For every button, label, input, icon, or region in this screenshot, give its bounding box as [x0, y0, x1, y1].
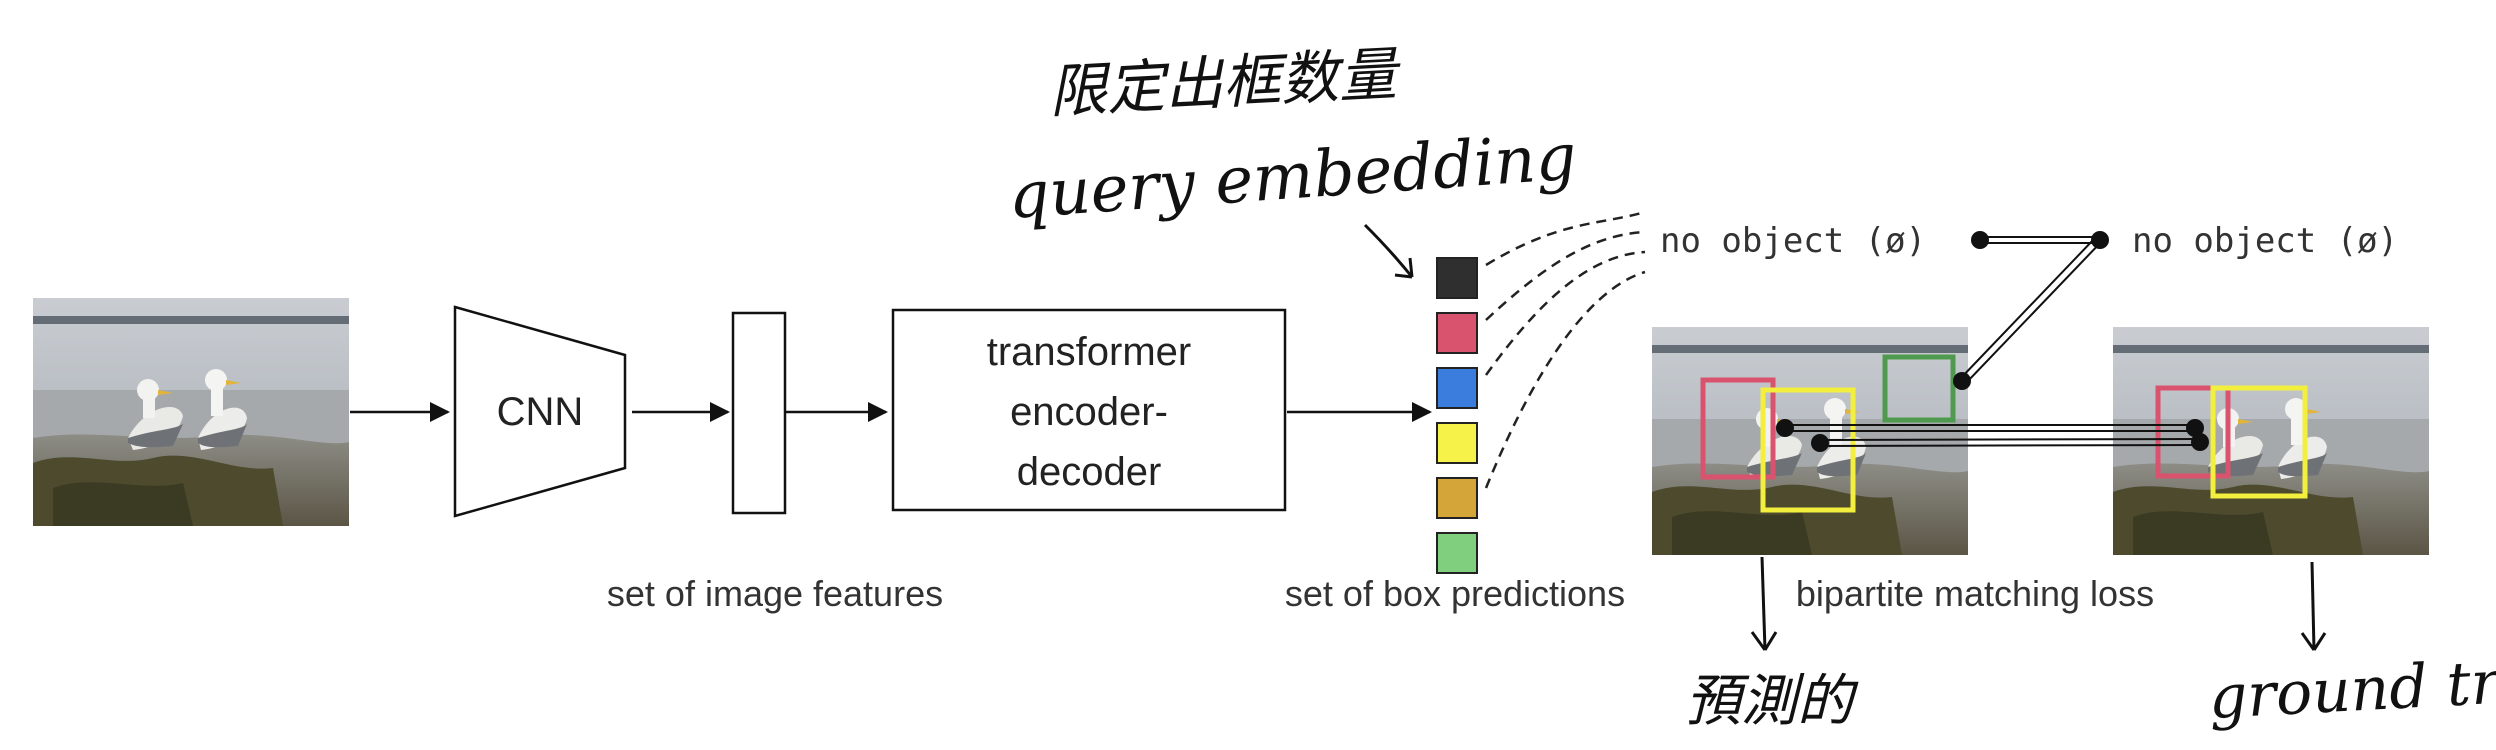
dashed-connectors	[1484, 210, 1646, 489]
annotation-pred-chinese: 預測的	[1685, 669, 1859, 734]
annotation-arrow-gt	[2300, 561, 2327, 651]
detr-pipeline-diagram: CNN transformer encoder- decoder no obje…	[33, 40, 2496, 734]
prediction-slot-3	[1436, 367, 1478, 409]
cnn-block: CNN	[453, 305, 627, 518]
prediction-slots	[1436, 257, 1478, 574]
transformer-label-line3: decoder	[1017, 450, 1162, 494]
annotation-arrow-query	[1363, 223, 1414, 279]
image-features-block	[731, 311, 787, 515]
cnn-label: CNN	[497, 390, 584, 434]
input-image	[33, 298, 349, 526]
annotation-ground-truth: ground truth	[2207, 643, 2496, 733]
prediction-slot-1	[1436, 257, 1478, 299]
annotation-arrow-pred	[1750, 556, 1778, 651]
transformer-label-line1: transformer	[987, 330, 1192, 374]
matching-loss-label: bipartite matching loss	[1796, 573, 2154, 614]
annotation-top-chinese: 限定出框数量	[1047, 40, 1403, 126]
transformer-label-line2: encoder-	[1010, 390, 1168, 434]
no-object-pred-label: no object (ø)	[1660, 221, 1926, 261]
prediction-slot-4	[1436, 422, 1478, 464]
ground-truth-image	[2113, 327, 2429, 555]
prediction-slot-6	[1436, 532, 1478, 574]
box-predictions-label: set of box predictions	[1285, 573, 1625, 614]
prediction-slot-2	[1436, 312, 1478, 354]
prediction-image	[1652, 327, 1968, 555]
prediction-slot-5	[1436, 477, 1478, 519]
transformer-block: transformer encoder- decoder	[891, 308, 1287, 512]
no-object-gt-label: no object (ø)	[2132, 221, 2398, 261]
image-features-label: set of image features	[607, 573, 943, 614]
annotation-query-embedding: query embedding	[1006, 120, 1579, 234]
